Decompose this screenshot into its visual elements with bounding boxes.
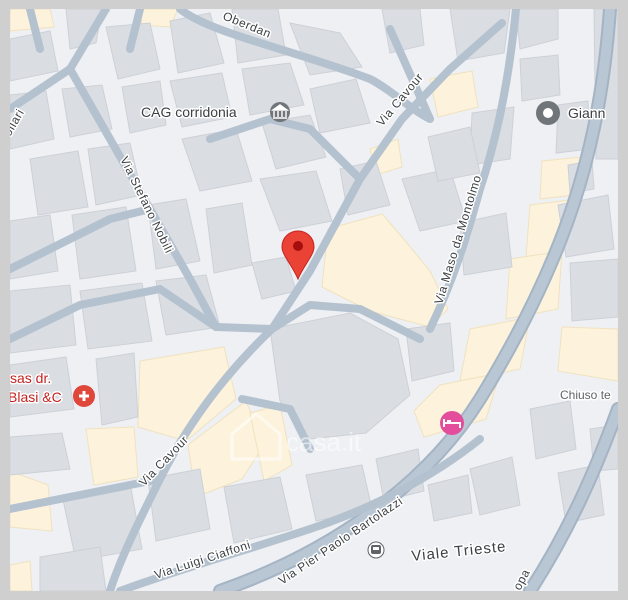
place-pin-icon <box>536 101 560 125</box>
bus-icon[interactable] <box>367 541 385 559</box>
poi-label-pharmacy-line2: Blasi &C <box>10 389 62 405</box>
pharmacy-icon <box>73 385 95 407</box>
poi-label-gianni: Giann <box>568 105 605 121</box>
poi-label-pharmacy-line1: sas dr. <box>10 370 51 386</box>
museum-icon <box>270 102 290 122</box>
hotel-bed-icon[interactable] <box>440 411 464 435</box>
watermark-text: casa.it <box>286 427 362 457</box>
poi-label-chiuso[interactable]: Chiuso te <box>559 387 613 404</box>
map-canvas[interactable]: casa.it Oberdan ollari Via Stefano Nobil… <box>10 9 618 591</box>
map-frame: casa.it Oberdan ollari Via Stefano Nobil… <box>0 0 628 600</box>
poi-label-cag-corridonia: CAG corridonia <box>141 104 237 120</box>
map-viewport[interactable]: casa.it Oberdan ollari Via Stefano Nobil… <box>10 9 618 591</box>
